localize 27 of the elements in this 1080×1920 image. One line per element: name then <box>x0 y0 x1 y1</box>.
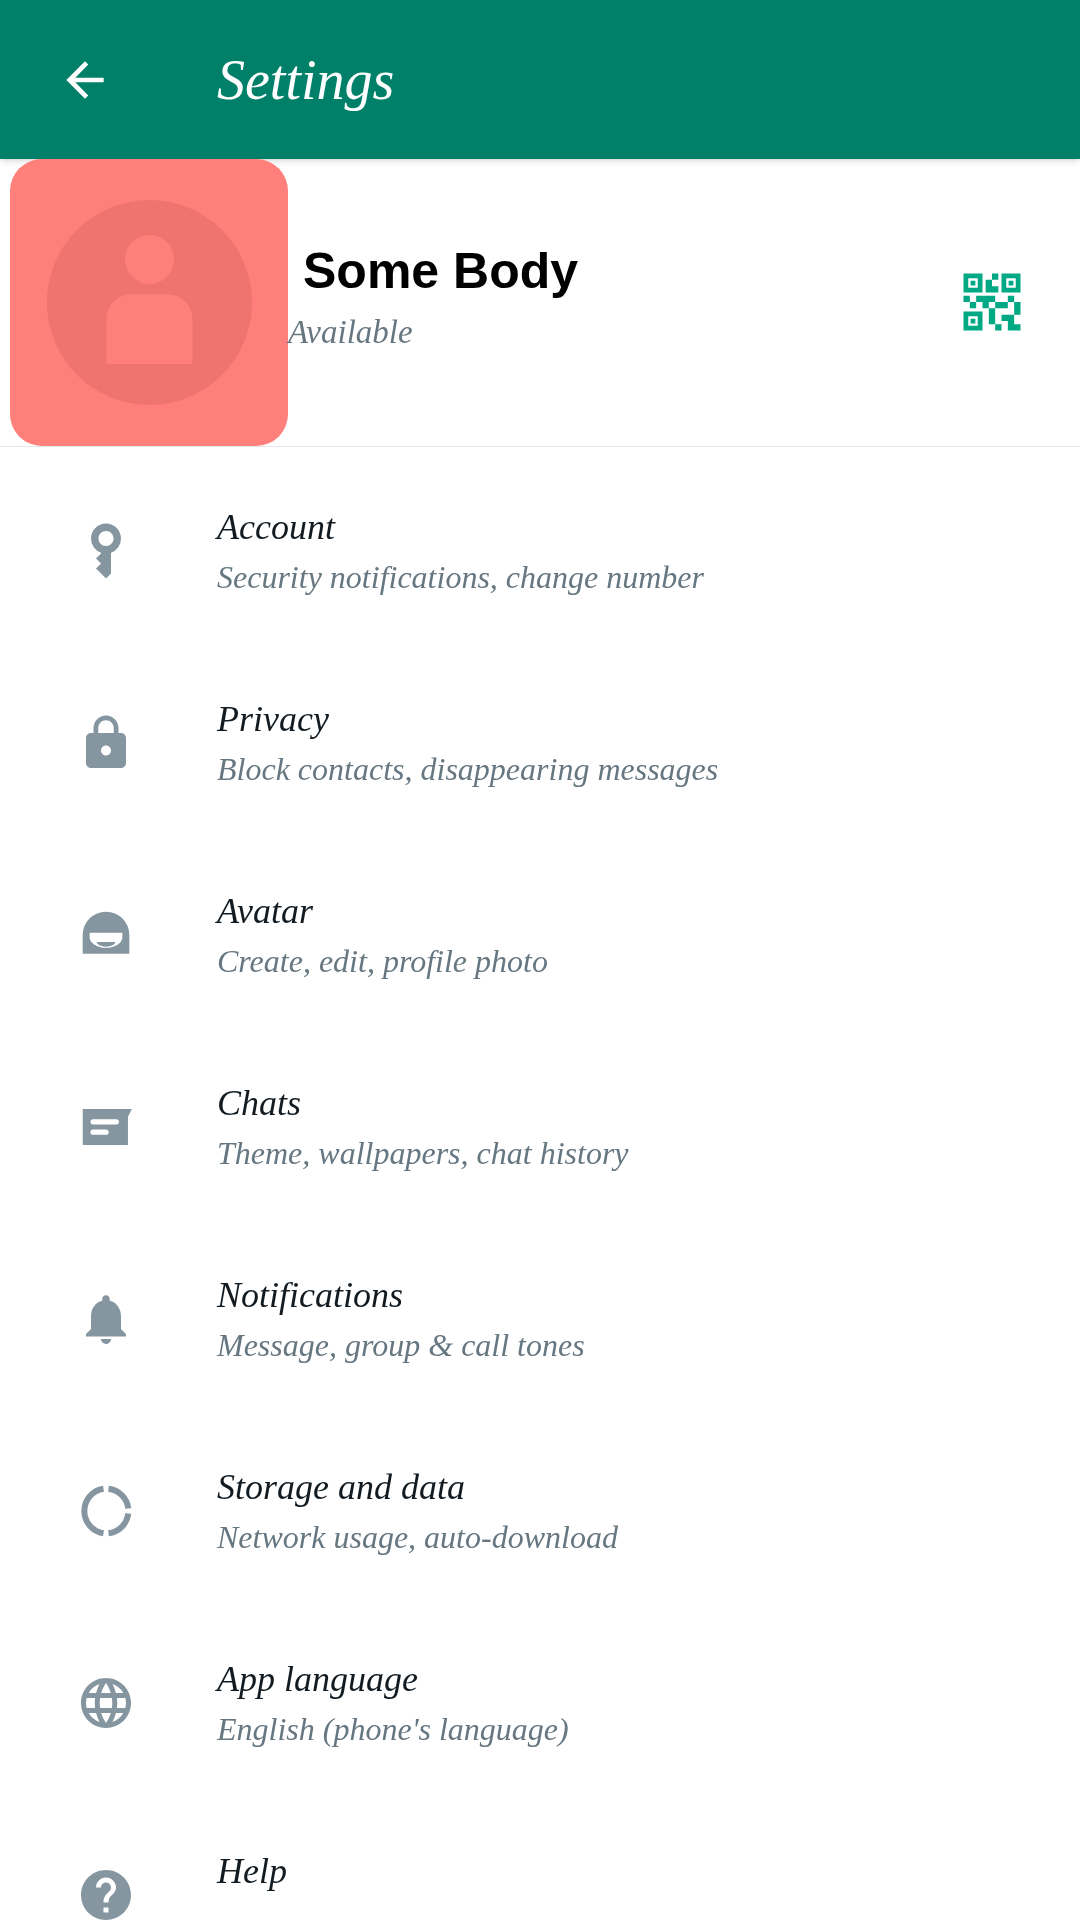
settings-item[interactable]: Chats Theme, wallpapers, chat history <box>0 1031 1080 1223</box>
item-title: Privacy <box>217 698 330 741</box>
item-title: Avatar <box>217 890 314 933</box>
item-subtitle: Message, group & call tones <box>217 1326 585 1365</box>
avatar[interactable] <box>10 159 288 446</box>
item-title: Chats <box>217 1082 303 1125</box>
item-subtitle: Create, edit, profile photo <box>217 942 548 981</box>
settings-item[interactable]: Storage and data Network usage, auto-download <box>0 1415 1080 1607</box>
profile-status: Available <box>288 313 414 352</box>
item-subtitle: English (phone's language) <box>217 1710 569 1749</box>
settings-item[interactable]: Account Security notifications, change number <box>0 455 1080 647</box>
item-subtitle: Network usage, auto-download <box>217 1518 618 1557</box>
settings-item[interactable]: Privacy Block contacts, disappearing messages <box>0 647 1080 839</box>
item-title: App language <box>217 1658 419 1701</box>
settings-item[interactable]: Avatar Create, edit, profile photo <box>0 839 1080 1031</box>
settings-item[interactable]: Notifications Message, group & call tones <box>0 1223 1080 1415</box>
item-title: Notifications <box>217 1274 404 1317</box>
item-subtitle: Security notifications, change number <box>217 558 704 597</box>
settings-item[interactable]: Help <box>0 1799 1080 1920</box>
item-subtitle: Theme, wallpapers, chat history <box>217 1134 629 1173</box>
item-title: Storage and data <box>217 1466 466 1509</box>
item-subtitle: Block contacts, disappearing messages <box>217 750 719 789</box>
item-title: Help <box>217 1850 287 1893</box>
item-title: Account <box>217 506 337 549</box>
screen-title: Settings <box>217 47 395 113</box>
profile-name: Some Body <box>303 241 579 301</box>
settings-item[interactable]: App language English (phone's language) <box>0 1607 1080 1799</box>
